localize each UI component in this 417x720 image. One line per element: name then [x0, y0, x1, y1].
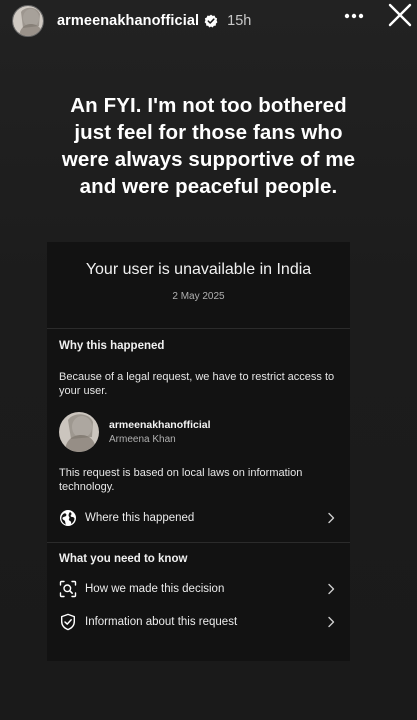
law-text: This request is based on local laws on i…: [59, 467, 303, 493]
restricted-profile[interactable]: armeenakhanofficial Armeena Khan: [59, 412, 338, 452]
caption-line: were always supportive of me: [61, 148, 356, 171]
profile-fullname: Armeena Khan: [109, 434, 176, 445]
username[interactable]: armeenakhanofficial: [57, 13, 199, 29]
story-timestamp: 15h: [227, 13, 252, 29]
magnifier-scan-icon: [59, 580, 77, 598]
how-we-decided-row[interactable]: How we made this decision: [59, 575, 338, 603]
avatar[interactable]: [12, 5, 44, 37]
request-info-label: Information about this request: [85, 616, 238, 628]
card-title: Your user is unavailable in India: [85, 261, 312, 278]
profile-text: armeenakhanofficial Armeena Khan: [109, 419, 211, 445]
more-dots-icon: [344, 13, 364, 19]
know-heading: What you need to know: [59, 553, 188, 565]
profile-username: armeenakhanofficial: [109, 419, 211, 431]
why-text: Because of a legal request, we have to r…: [59, 371, 335, 397]
how-we-decided-label: How we made this decision: [85, 583, 225, 595]
chevron-right-icon: [328, 616, 335, 628]
more-options-button[interactable]: [343, 6, 365, 26]
where-this-happened-label: Where this happened: [85, 512, 195, 524]
close-icon[interactable]: [387, 2, 413, 28]
story-view: armeenakhanofficial 15h An FYI. I'm not …: [0, 0, 417, 720]
shield-check-icon: [61, 613, 75, 631]
know-section: What you need to know How we made this d…: [47, 543, 350, 636]
story-caption: An FYI. I'm not too bothered just feel f…: [12, 92, 405, 200]
verified-badge-icon: [204, 14, 218, 28]
globe-icon: [60, 510, 76, 526]
caption-line: and were peaceful people.: [79, 175, 338, 198]
avatar: [59, 412, 99, 452]
card-header: Your user is unavailable in India 2 May …: [47, 242, 350, 329]
card-date: 2 May 2025: [172, 291, 225, 302]
where-this-happened-row[interactable]: Where this happened: [59, 504, 338, 532]
restriction-card: Your user is unavailable in India 2 May …: [47, 242, 350, 661]
caption-line: just feel for those fans who: [74, 121, 343, 144]
request-info-row[interactable]: Information about this request: [59, 608, 338, 636]
chevron-right-icon: [328, 512, 335, 524]
why-heading: Why this happened: [59, 340, 165, 352]
chevron-right-icon: [328, 583, 335, 595]
caption-line: An FYI. I'm not too bothered: [70, 94, 347, 117]
why-section: Why this happened Because of a legal req…: [47, 329, 350, 532]
